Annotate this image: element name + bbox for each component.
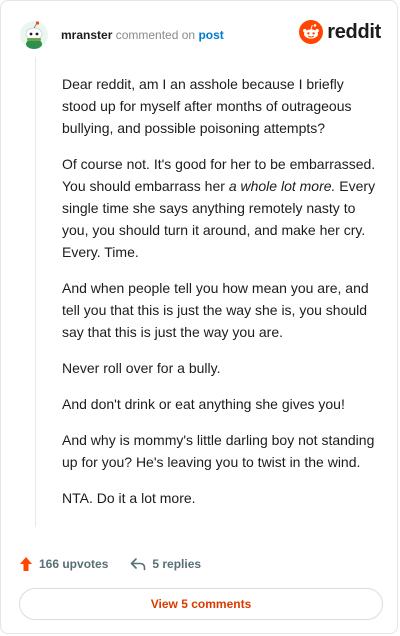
upvote-arrow-icon	[20, 557, 32, 571]
thread-line	[35, 57, 36, 527]
reddit-logo-icon	[299, 20, 324, 44]
comment-text: And why is mommy's little darling boy no…	[62, 432, 375, 470]
comment-paragraph: Dear reddit, am I an asshole because I b…	[62, 73, 378, 139]
snoo-avatar[interactable]	[19, 20, 49, 50]
comment-header: mranster commented on post reddit	[19, 17, 381, 53]
replies-button[interactable]: 5 replies	[130, 557, 201, 571]
comment-author[interactable]: mranster	[61, 28, 112, 42]
upvote-button[interactable]: 166 upvotes	[19, 556, 108, 572]
reply-arrow-icon	[131, 558, 146, 571]
comment-actions: 166 upvotes 5 replies	[19, 553, 201, 575]
comment-body: Dear reddit, am I an asshole because I b…	[62, 73, 378, 523]
post-link[interactable]: post	[198, 28, 223, 42]
reddit-brand[interactable]: reddit	[299, 20, 381, 44]
replies-count: 5 replies	[152, 557, 202, 571]
comment-text: Dear reddit, am I an asshole because I b…	[62, 76, 352, 136]
comment-emphasis: a whole lot more.	[228, 178, 336, 194]
view-comments-label: View 5 comments	[150, 597, 252, 611]
comment-paragraph: And when people tell you how mean you ar…	[62, 277, 378, 343]
comment-action-text: commented on	[115, 28, 196, 42]
comment-card: mranster commented on post reddit Dear r…	[0, 0, 398, 634]
comment-paragraph: NTA. Do it a lot more.	[62, 487, 378, 509]
comment-text: And don't drink or eat anything she give…	[62, 396, 345, 412]
upvote-count: 166 upvotes	[39, 557, 109, 571]
comment-text: And when people tell you how mean you ar…	[62, 280, 369, 340]
comment-paragraph: And don't drink or eat anything she give…	[62, 393, 378, 415]
comment-paragraph: Of course not. It's good for her to be e…	[62, 153, 378, 263]
comment-text: NTA. Do it a lot more.	[62, 490, 196, 506]
reddit-wordmark: reddit	[327, 20, 381, 43]
comment-text: Never roll over for a bully.	[62, 360, 221, 376]
view-comments-button[interactable]: View 5 comments	[19, 588, 383, 620]
comment-paragraph: And why is mommy's little darling boy no…	[62, 429, 378, 473]
comment-meta: mranster commented on post	[61, 27, 224, 43]
comment-paragraph: Never roll over for a bully.	[62, 357, 378, 379]
